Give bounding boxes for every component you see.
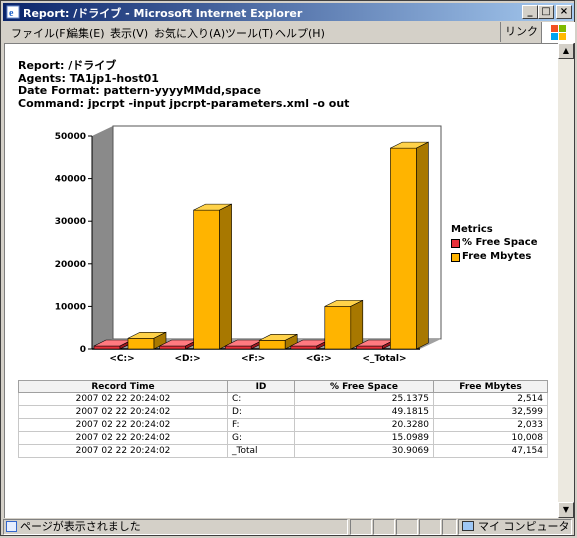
window-title: Report: /ドライブ - Microsoft Internet Explo… <box>23 7 303 20</box>
legend-swatch <box>451 239 460 248</box>
zone-text: マイ コンピュータ <box>478 520 570 533</box>
chart-legend: Metrics % Free Space Free Mbytes <box>451 224 538 265</box>
bar <box>324 306 352 350</box>
cell-free-space: 30.9069 <box>294 444 434 458</box>
chart-side-wall <box>92 126 113 349</box>
bar-side <box>219 203 232 350</box>
cell-free-space: 15.0989 <box>294 431 434 445</box>
scroll-up-button[interactable]: ▲ <box>558 43 574 59</box>
legend-item-free-space: % Free Space <box>451 237 538 251</box>
bar-side <box>350 299 364 350</box>
x-tick-label: <C:> <box>109 354 134 364</box>
cell-id: _Total <box>227 444 295 458</box>
table-row: 2007 02 22 20:24:02 C: 25.1375 2,514 <box>18 392 548 406</box>
bar <box>224 345 252 350</box>
bar <box>390 147 417 350</box>
y-tick-label: 40000 <box>55 175 86 185</box>
menu-favorites[interactable]: お気に入り(A) <box>154 25 225 41</box>
page-done-icon <box>6 521 17 532</box>
bar <box>159 345 186 350</box>
legend-label: % Free Space <box>462 237 538 248</box>
x-tick-label: <G:> <box>306 354 332 364</box>
menu-edit[interactable]: 編集(E) <box>67 25 105 41</box>
bar <box>258 340 286 350</box>
col-free-space: % Free Space <box>294 380 434 393</box>
cell-id: G: <box>227 431 295 445</box>
col-id: ID <box>227 380 295 393</box>
legend-swatch <box>451 253 460 262</box>
status-text: ページが表示されました <box>20 520 141 533</box>
menu-bar: ファイル(F) 編集(E) 表示(V) お気に入り(A) ツール(T) ヘルプ(… <box>3 22 574 43</box>
table-row: 2007 02 22 20:24:02 F: 20.3280 2,033 <box>18 418 548 432</box>
svg-text:e: e <box>9 8 14 19</box>
cell-free-space: 20.3280 <box>294 418 434 432</box>
status-pane-5 <box>442 519 457 535</box>
menu-help[interactable]: ヘルプ(H) <box>275 25 325 41</box>
menu-view[interactable]: 表示(V) <box>110 25 148 41</box>
y-tick-label: 50000 <box>55 132 86 142</box>
status-pane-4 <box>419 519 441 535</box>
cell-id: D: <box>227 405 295 419</box>
minimize-button[interactable]: _ <box>522 5 538 19</box>
table-header-row: Record Time ID % Free Space Free Mbytes <box>18 380 548 393</box>
ie-page-icon: e <box>6 5 20 19</box>
record-table: Record Time ID % Free Space Free Mbytes … <box>18 380 548 458</box>
status-pane-2 <box>373 519 395 535</box>
maximize-button[interactable]: □ <box>538 5 554 19</box>
status-pane-1 <box>350 519 372 535</box>
x-tick-label: <F:> <box>241 354 265 364</box>
status-pane-3 <box>396 519 418 535</box>
y-tick-label: 30000 <box>55 217 86 227</box>
browser-window: e Report: /ドライブ - Microsoft Internet Exp… <box>0 0 575 536</box>
vertical-scrollbar[interactable]: ▲ ▼ <box>558 43 574 518</box>
menu-file[interactable]: ファイル(F) <box>11 25 70 41</box>
legend-label: Free Mbytes <box>462 251 532 262</box>
x-tick-label: <D:> <box>175 354 201 364</box>
bar <box>193 209 220 350</box>
cell-id: C: <box>227 392 295 406</box>
legend-title: Metrics <box>451 224 493 235</box>
computer-icon <box>462 521 474 531</box>
table-row: 2007 02 22 20:24:02 _Total 30.9069 47,15… <box>18 444 548 458</box>
col-free-mbytes: Free Mbytes <box>433 380 548 393</box>
zone-pane: マイ コンピュータ <box>458 519 572 535</box>
bar <box>93 345 121 350</box>
page-content: Report: /ドライブ Agents: TA1jp1-host01 Date… <box>4 43 558 518</box>
y-tick-label: 10000 <box>55 302 86 312</box>
x-tick-label: <_Total> <box>362 354 406 364</box>
cell-time: 2007 02 22 20:24:02 <box>18 405 228 419</box>
cell-time: 2007 02 22 20:24:02 <box>18 392 228 406</box>
table-row: 2007 02 22 20:24:02 G: 15.0989 10,008 <box>18 431 548 445</box>
scroll-down-button[interactable]: ▼ <box>558 502 574 518</box>
bar-side <box>416 141 429 350</box>
y-tick-label: 0 <box>80 345 86 355</box>
y-tick-label: 20000 <box>55 260 86 270</box>
bar <box>290 345 318 350</box>
cell-free-space: 49.1815 <box>294 405 434 419</box>
table-row: 2007 02 22 20:24:02 D: 49.1815 32,599 <box>18 405 548 419</box>
legend-item-free-mbytes: Free Mbytes <box>451 251 538 265</box>
cell-time: 2007 02 22 20:24:02 <box>18 418 228 432</box>
cell-free-mbytes: 2,033 <box>433 418 548 432</box>
menu-tools[interactable]: ツール(T) <box>225 25 273 41</box>
cell-free-mbytes: 2,514 <box>433 392 548 406</box>
close-button[interactable]: × <box>556 5 572 19</box>
cell-free-mbytes: 32,599 <box>433 405 548 419</box>
status-text-pane: ページが表示されました <box>3 519 348 535</box>
cell-id: F: <box>227 418 295 432</box>
title-bar[interactable]: e Report: /ドライブ - Microsoft Internet Exp… <box>3 3 574 21</box>
cell-free-space: 25.1375 <box>294 392 434 406</box>
cell-time: 2007 02 22 20:24:02 <box>18 431 228 445</box>
cell-time: 2007 02 22 20:24:02 <box>18 444 228 458</box>
status-bar: ページが表示されました マイ コンピュータ <box>3 519 574 535</box>
bar <box>127 337 155 350</box>
bar-chart: 0 10000 20000 30000 40000 50000 <C:> <D:> <F:> <G… <box>55 125 442 364</box>
cell-free-mbytes: 47,154 <box>433 444 548 458</box>
windows-logo-icon <box>541 22 575 43</box>
bar <box>356 345 383 350</box>
col-record-time: Record Time <box>18 380 228 393</box>
cell-free-mbytes: 10,008 <box>433 431 548 445</box>
